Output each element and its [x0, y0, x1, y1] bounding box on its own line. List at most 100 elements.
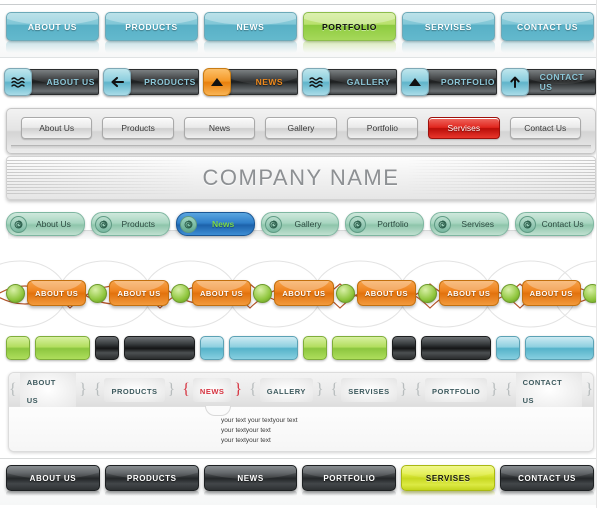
bracket-open-icon: {: [504, 380, 513, 398]
orange-button-1[interactable]: ABOUT US: [109, 280, 169, 306]
nav-item-plate[interactable]: GALLERY: [325, 69, 398, 95]
blank-square-chip-teal[interactable]: [199, 336, 224, 360]
bracket-open-icon: {: [93, 380, 102, 398]
teal-tab-servises[interactable]: SERVISES: [402, 12, 495, 41]
dark-nav-item-portfolio[interactable]: PORTFOLIO: [401, 68, 497, 96]
spiral-icon: [94, 215, 112, 233]
nav-item-chip[interactable]: ABOUT US: [19, 373, 77, 411]
green-pill-news[interactable]: News: [175, 212, 255, 236]
bracket-open-icon: {: [9, 380, 17, 398]
blank-square-chip-green[interactable]: [302, 336, 327, 360]
green-dot-icon[interactable]: [253, 283, 273, 303]
dark-nav-item-contact-us[interactable]: CONTACT US: [500, 68, 596, 96]
blank-bar-chip-teal[interactable]: [525, 336, 594, 360]
nav-item-chip[interactable]: NEWS: [192, 377, 232, 402]
blank-bar-chip-dark[interactable]: [124, 336, 195, 360]
dark-tab-products[interactable]: PRODUCTS: [104, 465, 199, 491]
green-dot-icon[interactable]: [88, 283, 108, 303]
green-dot-icon[interactable]: [170, 283, 190, 303]
nav-item-label: NEWS: [255, 77, 284, 87]
nav-item-plate[interactable]: ABOUT US: [28, 69, 100, 95]
orange-button-0[interactable]: ABOUT US: [27, 280, 87, 306]
nav-item-chip[interactable]: SERVISES: [341, 377, 397, 402]
bracket-nav-item-portfolio[interactable]: { PORTFOLIO }: [414, 377, 498, 402]
grey-button-products[interactable]: Products: [102, 117, 174, 139]
grey-button-news[interactable]: News: [183, 117, 256, 139]
teal-tab-about-us[interactable]: ABOUT US: [6, 12, 99, 41]
teal-tab-portfolio[interactable]: PORTFOLIO: [303, 12, 396, 41]
bracket-nav-item-gallery[interactable]: { GALLERY }: [249, 377, 324, 402]
nav-item-chip[interactable]: GALLERY: [259, 377, 313, 402]
blank-bar-chip-dark[interactable]: [420, 336, 492, 360]
grey-button-servises[interactable]: Servises: [428, 117, 500, 139]
nav-item-plate[interactable]: PORTFOLIO: [425, 69, 497, 95]
nav-item-chip[interactable]: PRODUCTS: [104, 377, 165, 402]
arrow-up-icon[interactable]: [500, 68, 529, 96]
green-pill-servises[interactable]: Servises: [430, 212, 510, 236]
bracket-nav-item-servises[interactable]: { SERVISES }: [331, 377, 407, 402]
green-pill-portfolio[interactable]: Portfolio: [345, 212, 425, 236]
green-dot-icon[interactable]: [6, 283, 25, 303]
pill-label: Gallery: [294, 219, 322, 229]
dark-tab-portfolio[interactable]: PORTFOLIO: [302, 465, 397, 491]
green-pill-products[interactable]: Products: [90, 212, 170, 236]
active-item-pointer-icon: [205, 406, 231, 416]
dark-nav-item-products[interactable]: PRODUCTS: [103, 68, 199, 96]
dark-nav-item-news[interactable]: NEWS: [202, 68, 298, 96]
bracket-nav-item-contact-us[interactable]: { CONTACT US }: [504, 373, 593, 411]
dark-tab-contact-us[interactable]: CONTACT US: [500, 465, 594, 491]
grey-button-contact-us[interactable]: Contact Us: [509, 117, 581, 139]
dark-tab-servises[interactable]: SERVISES: [401, 465, 496, 491]
tab-reflection: [204, 41, 297, 53]
green-dot-icon[interactable]: [335, 283, 355, 303]
nav-item-plate[interactable]: PRODUCTS: [127, 69, 199, 95]
green-pill-about-us[interactable]: About Us: [6, 212, 85, 236]
blank-bar-chip-green[interactable]: [331, 336, 387, 360]
orange-button-2[interactable]: ABOUT US: [191, 280, 252, 306]
tab-label: SERVISES: [425, 473, 471, 483]
nav-item-plate[interactable]: NEWS: [226, 69, 298, 95]
orange-button-4[interactable]: ABOUT US: [356, 280, 417, 306]
bracket-nav-item-products[interactable]: { PRODUCTS }: [93, 377, 175, 402]
tab-label: ABOUT US: [27, 21, 78, 32]
waves-icon[interactable]: [301, 68, 330, 96]
green-dot-icon[interactable]: [418, 283, 438, 303]
nav-item-plate[interactable]: CONTACT US: [524, 69, 596, 95]
teal-tab-products[interactable]: PRODUCTS: [105, 12, 198, 41]
orange-button-nav-bar: ABOUT US ABOUT US ABOUT US ABOUT US ABOU…: [0, 258, 600, 330]
blank-square-chip-green[interactable]: [6, 336, 30, 360]
dark-tab-news[interactable]: NEWS: [203, 465, 298, 491]
bracket-open-icon: {: [182, 380, 190, 398]
blank-bar-chip-teal[interactable]: [228, 336, 298, 360]
panel-content-area: your text your textyour text your textyou…: [9, 406, 593, 451]
dark-nav-item-gallery[interactable]: GALLERY: [301, 68, 398, 96]
orange-button-5[interactable]: ABOUT US: [439, 280, 499, 306]
nav-item-chip[interactable]: CONTACT US: [515, 373, 583, 411]
bracket-nav-item-about-us[interactable]: { ABOUT US }: [9, 373, 87, 411]
spiral-icon: [349, 215, 367, 233]
arrow-left-icon[interactable]: [103, 68, 132, 96]
dark-tab-about-us[interactable]: ABOUT US: [6, 465, 100, 491]
dark-nav-item-about-us[interactable]: ABOUT US: [4, 68, 100, 96]
blank-bar-chip-green[interactable]: [35, 336, 91, 360]
teal-tab-contact-us[interactable]: CONTACT US: [501, 12, 594, 41]
bracket-nav-item-news[interactable]: { NEWS }: [182, 377, 242, 402]
blank-square-chip-teal[interactable]: [496, 336, 521, 360]
nav-item-label: SERVISES: [348, 386, 390, 396]
green-pill-gallery[interactable]: Gallery: [260, 212, 340, 236]
orange-button-6[interactable]: ABOUT US: [521, 280, 581, 306]
spiral-icon: [519, 215, 537, 233]
blank-square-chip-dark[interactable]: [391, 336, 416, 360]
teal-tab-news[interactable]: NEWS: [204, 12, 297, 41]
triangle-up-icon[interactable]: [401, 68, 430, 96]
green-dot-icon[interactable]: [500, 283, 520, 303]
triangle-up-icon[interactable]: [202, 68, 231, 96]
nav-item-chip[interactable]: PORTFOLIO: [424, 377, 488, 402]
orange-button-3[interactable]: ABOUT US: [274, 280, 334, 306]
grey-button-portfolio[interactable]: Portfolio: [346, 117, 419, 139]
blank-square-chip-dark[interactable]: [95, 336, 120, 360]
waves-icon[interactable]: [4, 68, 32, 96]
green-pill-contact-us[interactable]: Contact Us: [515, 212, 595, 236]
grey-button-gallery[interactable]: Gallery: [265, 117, 337, 139]
grey-button-about-us[interactable]: About Us: [21, 117, 93, 139]
